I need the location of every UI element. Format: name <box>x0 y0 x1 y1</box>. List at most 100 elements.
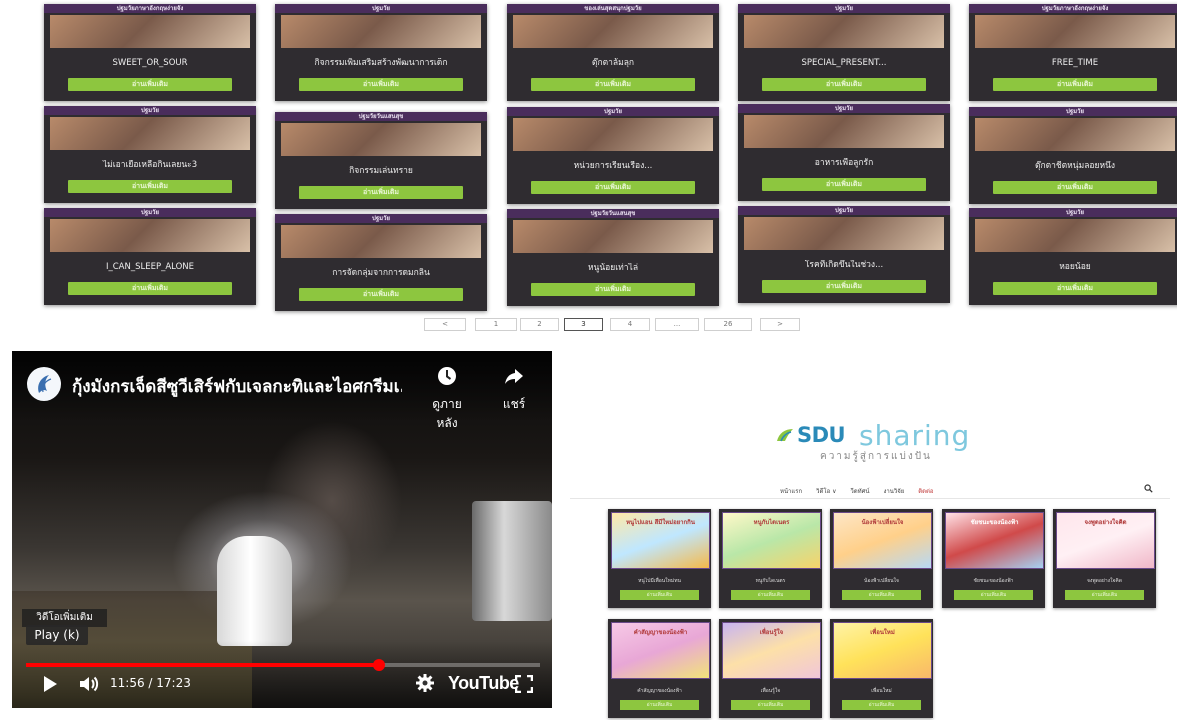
book-title[interactable]: ชัยชนะของน้องฟ้า <box>942 577 1045 585</box>
read-more-button[interactable]: อ่านเพิ่มเติม <box>620 590 699 600</box>
read-more-button[interactable]: อ่านเพิ่มเติม <box>731 700 810 710</box>
content-card[interactable]: ปฐมวัยภาษาอังกฤษง่ายจัง SWEET_OR_SOUR อ่… <box>44 4 256 101</box>
content-card[interactable]: ปฐมวัย อาหารเพื่อลูกรัก อ่านเพิ่มเติม <box>738 104 950 201</box>
nav-contact[interactable]: ติดต่อ <box>918 488 933 495</box>
nav-research[interactable]: งานวิจัย <box>883 488 904 495</box>
thumbnail[interactable] <box>513 118 713 151</box>
card-title[interactable]: ตุ๊กตาล้มลุก <box>513 58 713 76</box>
next-page-button[interactable]: > <box>760 318 800 331</box>
book-cover[interactable]: ชัยชนะของน้องฟ้า <box>945 512 1044 569</box>
thumbnail[interactable] <box>744 15 944 48</box>
fullscreen-button[interactable] <box>514 674 534 697</box>
read-more-button[interactable]: อ่านเพิ่มเติม <box>299 288 463 301</box>
watch-later-button[interactable]: ดูภายหลัง <box>422 365 472 433</box>
page-button[interactable]: 2 <box>520 318 559 331</box>
card-title[interactable]: หน่วยการเรียนเรื่อง... <box>513 161 713 179</box>
book-cover[interactable]: จงพูดอย่างใจคิด <box>1056 512 1155 569</box>
read-more-button[interactable]: อ่านเพิ่มเติม <box>842 700 921 710</box>
read-more-button[interactable]: อ่านเพิ่มเติม <box>299 186 463 199</box>
prev-page-button[interactable]: < <box>424 318 466 331</box>
nav-vdo[interactable]: วีดทัศน์ <box>850 488 869 495</box>
book-title[interactable]: จงพูดอย่างใจคิด <box>1053 577 1156 585</box>
content-card[interactable]: ปฐมวัย กิจกรรมเพิ่มเสริมสร้างพัฒนาการเด็… <box>275 4 487 101</box>
book-cover[interactable]: เพื่อนใหม่ <box>833 622 932 679</box>
card-title[interactable]: อาหารเพื่อลูกรัก <box>744 158 944 176</box>
book-card[interactable]: ชัยชนะของน้องฟ้า ชัยชนะของน้องฟ้า อ่านเพ… <box>942 509 1045 608</box>
read-more-button[interactable]: อ่านเพิ่มเติม <box>531 181 695 194</box>
book-card[interactable]: เพื่อนรู้ใจ เพื่อนรู้ใจ อ่านเพิ่มเติม <box>719 619 822 718</box>
read-more-button[interactable]: อ่านเพิ่มเติม <box>993 78 1157 91</box>
nav-home[interactable]: หน้าแรก <box>780 488 802 495</box>
content-card[interactable]: ปฐมวัย โรคที่เกิดขึ้นในช่วง... อ่านเพิ่ม… <box>738 206 950 303</box>
search-icon[interactable] <box>1144 484 1153 493</box>
youtube-logo[interactable]: YouTube <box>448 673 519 694</box>
card-title[interactable]: I_CAN_SLEEP_ALONE <box>50 262 250 280</box>
book-card[interactable]: น้องฟ้าเปลี่ยนใจ น้องฟ้าเปลี่ยนใจ อ่านเพ… <box>830 509 933 608</box>
read-more-button[interactable]: อ่านเพิ่มเติม <box>620 700 699 710</box>
book-cover[interactable]: หนูไปแอน สึมีใหม่อยากกิน <box>611 512 710 569</box>
progress-scrubber[interactable] <box>373 659 386 671</box>
card-title[interactable]: FREE_TIME <box>975 58 1175 76</box>
content-card[interactable]: ปฐมวัย ไม่เอาเยื่อเหลือกินเลยนะ3 อ่านเพิ… <box>44 106 256 203</box>
page-button[interactable]: 4 <box>610 318 650 331</box>
thumbnail[interactable] <box>50 117 250 150</box>
thumbnail[interactable] <box>513 220 713 253</box>
thumbnail[interactable] <box>513 15 713 48</box>
content-card[interactable]: ปฐมวัย SPECIAL_PRESENT... อ่านเพิ่มเติม <box>738 4 950 101</box>
book-title[interactable]: หนูกับไดเนตร <box>719 577 822 585</box>
book-card[interactable]: หนูไปแอน สึมีใหม่อยากกิน หนูไปมีเพื่อนให… <box>608 509 711 608</box>
thumbnail[interactable] <box>975 118 1175 151</box>
card-title[interactable]: หนูน้อยเท่าไล่ <box>513 263 713 281</box>
read-more-button[interactable]: อ่านเพิ่มเติม <box>68 78 232 91</box>
read-more-button[interactable]: อ่านเพิ่มเติม <box>993 282 1157 295</box>
content-card[interactable]: ปฐมวัย I_CAN_SLEEP_ALONE อ่านเพิ่มเติม <box>44 208 256 305</box>
video-title[interactable]: กุ้งมังกรเจ็ดสีซูวีเสิร์ฟกับเจลกะทิและไอ… <box>72 373 402 400</box>
book-card[interactable]: คำสัญญาของน้องฟ้า คำสัญญาของน้องฟ้า อ่าน… <box>608 619 711 718</box>
content-card[interactable]: ปฐมวัย หอยน้อย อ่านเพิ่มเติม <box>969 208 1177 305</box>
channel-logo[interactable] <box>27 367 61 401</box>
read-more-button[interactable]: อ่านเพิ่มเติม <box>954 590 1033 600</box>
read-more-button[interactable]: อ่านเพิ่มเติม <box>68 282 232 295</box>
book-title[interactable]: หนูไปมีเพื่อนใหม่ทน <box>608 577 711 585</box>
book-cover[interactable]: คำสัญญาของน้องฟ้า <box>611 622 710 679</box>
read-more-button[interactable]: อ่านเพิ่มเติม <box>1065 590 1144 600</box>
book-cover[interactable]: น้องฟ้าเปลี่ยนใจ <box>833 512 932 569</box>
content-card[interactable]: ปฐมวัย ตุ๊กตาชีตหนุ่มลอยหนึ่ง อ่านเพิ่มเ… <box>969 107 1177 204</box>
page-button-current[interactable]: 3 <box>564 318 603 331</box>
content-card[interactable]: ปฐมวัยวันแสนสุข กิจกรรมเล่นทราย อ่านเพิ่… <box>275 112 487 209</box>
content-card[interactable]: ปฐมวัยภาษาอังกฤษง่ายจัง FREE_TIME อ่านเพ… <box>969 4 1177 101</box>
thumbnail[interactable] <box>281 15 481 48</box>
thumbnail[interactable] <box>975 219 1175 252</box>
volume-button[interactable] <box>78 674 100 698</box>
video-player[interactable]: กุ้งมังกรเจ็ดสีซูวีเสิร์ฟกับเจลกะทิและไอ… <box>12 351 552 708</box>
share-button[interactable]: แชร์ <box>494 365 534 414</box>
book-card[interactable]: หนูกับไดเนตร หนูกับไดเนตร อ่านเพิ่มเติม <box>719 509 822 608</box>
read-more-button[interactable]: อ่านเพิ่มเติม <box>68 180 232 193</box>
thumbnail[interactable] <box>744 115 944 148</box>
settings-button[interactable] <box>415 673 435 697</box>
book-title[interactable]: คำสัญญาของน้องฟ้า <box>608 687 711 695</box>
page-button[interactable]: 1 <box>475 318 517 331</box>
read-more-button[interactable]: อ่านเพิ่มเติม <box>531 78 695 91</box>
book-title[interactable]: เพื่อนใหม่ <box>830 687 933 695</box>
thumbnail[interactable] <box>50 219 250 252</box>
book-card[interactable]: เพื่อนใหม่ เพื่อนใหม่ อ่านเพิ่มเติม <box>830 619 933 718</box>
content-card[interactable]: ของเล่นสุดสนุกปฐมวัย ตุ๊กตาล้มลุก อ่านเพ… <box>507 4 719 101</box>
nav-video[interactable]: วิดีโอ ∨ <box>816 488 836 495</box>
read-more-button[interactable]: อ่านเพิ่มเติม <box>762 178 926 191</box>
book-cover[interactable]: เพื่อนรู้ใจ <box>722 622 821 679</box>
book-cover[interactable]: หนูกับไดเนตร <box>722 512 821 569</box>
card-title[interactable]: กิจกรรมเพิ่มเสริมสร้างพัฒนาการเด็ก <box>281 58 481 76</box>
card-title[interactable]: โรคที่เกิดขึ้นในช่วง... <box>744 260 944 278</box>
book-title[interactable]: เพื่อนรู้ใจ <box>719 687 822 695</box>
read-more-button[interactable]: อ่านเพิ่มเติม <box>842 590 921 600</box>
read-more-button[interactable]: อ่านเพิ่มเติม <box>731 590 810 600</box>
content-card[interactable]: ปฐมวัยวันแสนสุข หนูน้อยเท่าไล่ อ่านเพิ่ม… <box>507 209 719 306</box>
book-card[interactable]: จงพูดอย่างใจคิด จงพูดอย่างใจคิด อ่านเพิ่… <box>1053 509 1156 608</box>
card-title[interactable]: ไม่เอาเยื่อเหลือกินเลยนะ3 <box>50 160 250 178</box>
thumbnail[interactable] <box>281 225 481 258</box>
card-title[interactable]: กิจกรรมเล่นทราย <box>281 166 481 184</box>
read-more-button[interactable]: อ่านเพิ่มเติม <box>762 280 926 293</box>
read-more-button[interactable]: อ่านเพิ่มเติม <box>531 283 695 296</box>
content-card[interactable]: ปฐมวัย การจัดกลุ่มจากการดมกลิ่น อ่านเพิ่… <box>275 214 487 311</box>
